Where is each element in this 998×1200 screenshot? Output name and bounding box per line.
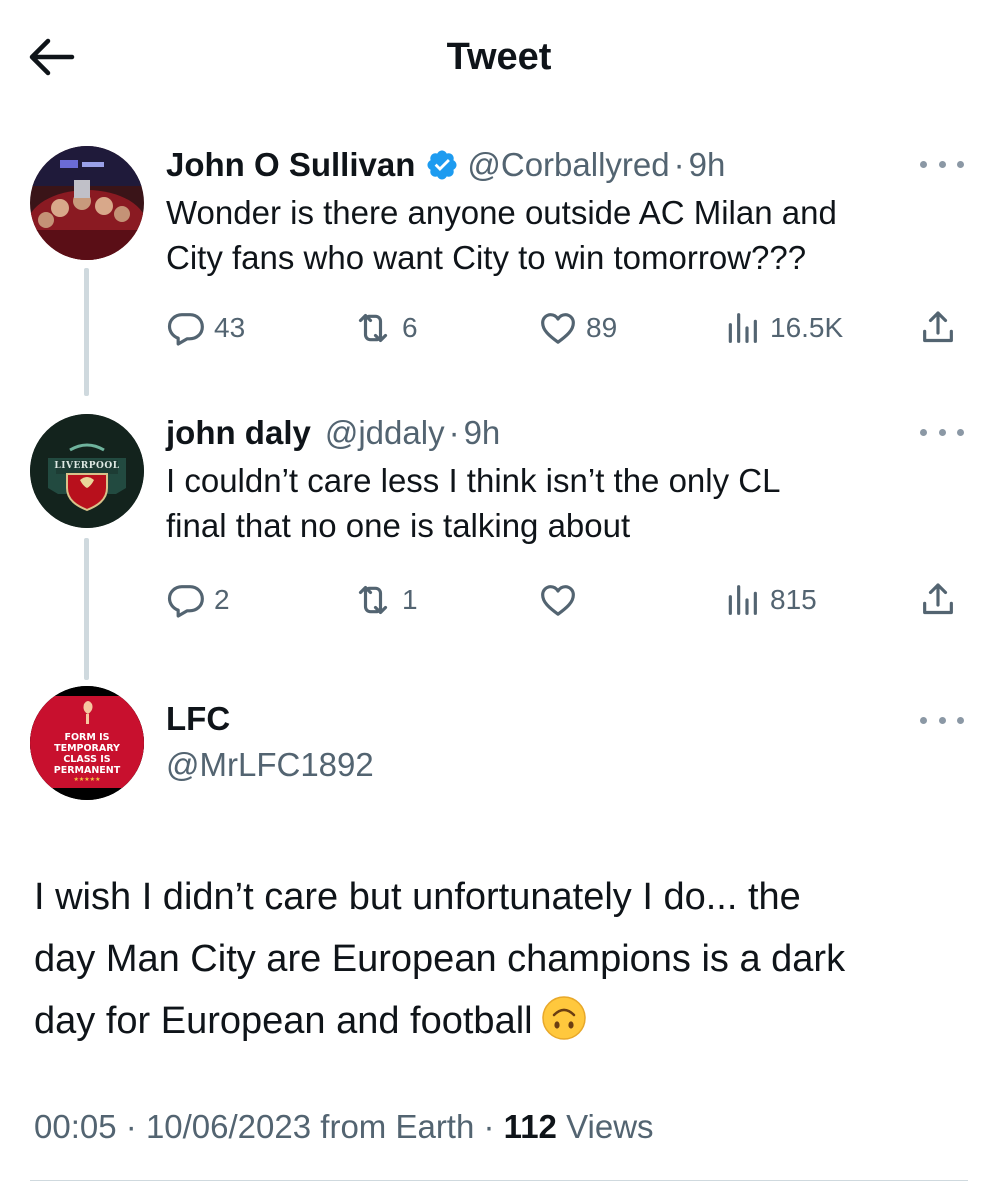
reply-button[interactable]: 2	[166, 578, 230, 622]
tweet-text-line: I wish I didn’t care but unfortunately I…	[34, 876, 801, 918]
more-options-icon[interactable]	[920, 422, 964, 442]
avatar-jddaly[interactable]: LIVERPOOL	[30, 414, 144, 528]
tweet-text-line: I couldn’t care less I think isn’t the o…	[166, 462, 781, 499]
views-label: Views	[566, 1108, 654, 1145]
tweet-text-line: final that no one is talking about	[166, 507, 631, 544]
like-count: 89	[586, 312, 618, 343]
avatar-corballyred[interactable]	[30, 146, 144, 260]
username[interactable]: @Corballyred	[467, 146, 669, 184]
tweet-text-line: day Man City are European champions is a…	[34, 938, 846, 980]
username[interactable]: @MrLFC1892	[166, 746, 374, 784]
retweet-button[interactable]: 6	[352, 306, 418, 350]
reply-icon	[167, 585, 204, 618]
heart-icon	[541, 585, 575, 616]
share-button[interactable]	[918, 578, 958, 622]
tweet-text: Wonder is there anyone outside AC Milan …	[166, 190, 966, 280]
retweet-icon	[358, 313, 388, 343]
reply-tweet-2[interactable]: LIVERPOOL john daly @jddaly · 9h I could…	[0, 414, 998, 680]
like-button[interactable]: 89	[538, 306, 617, 350]
post-source: from Earth	[320, 1108, 475, 1145]
reply-count: 2	[214, 584, 230, 615]
tweet-actions: 2 1 815	[166, 578, 966, 622]
tweet-text-line: Wonder is there anyone outside AC Milan …	[166, 194, 837, 231]
views-button[interactable]: 16.5K	[722, 306, 843, 350]
tweet-header: John O Sullivan @Corballyred · 9h	[166, 146, 725, 184]
timestamp[interactable]: 9h	[689, 146, 726, 184]
upside-down-face-emoji-icon	[541, 995, 587, 1041]
reply-icon	[167, 313, 204, 346]
display-name[interactable]: LFC	[166, 700, 230, 738]
page-title: Tweet	[446, 36, 552, 78]
username[interactable]: @jddaly	[325, 414, 445, 452]
separator-dot: ·	[673, 146, 685, 183]
tweet-text-line: day for European and football	[34, 990, 974, 1052]
reply-tweet-1[interactable]: John O Sullivan @Corballyred · 9h Wonder…	[0, 146, 998, 396]
retweet-count: 1	[402, 584, 418, 615]
separator-dot: ·	[448, 414, 460, 451]
views-count: 16.5K	[770, 312, 844, 343]
tweet-text: I wish I didn’t care but unfortunately I…	[34, 866, 974, 1052]
avatar-slogan: FORM IS TEMPORARY CLASS IS PERMANENT ★★★…	[53, 732, 121, 783]
share-icon	[923, 583, 953, 615]
heart-icon	[541, 313, 575, 344]
tweet-actions: 43 6 89 16.5K	[166, 306, 966, 350]
tweet-header: john daly @jddaly · 9h	[166, 414, 500, 452]
views-icon	[728, 313, 757, 343]
thread-line	[84, 538, 89, 680]
post-date[interactable]: 10/06/2023	[146, 1108, 311, 1145]
more-options-icon[interactable]	[920, 710, 964, 730]
more-options-icon[interactable]	[920, 154, 964, 174]
reply-button[interactable]: 43	[166, 306, 245, 350]
separator-dot: ·	[483, 1108, 495, 1145]
avatar-crest-label: LIVERPOOL	[54, 461, 120, 471]
retweet-count: 6	[402, 312, 418, 343]
avatar-mrlfc1892[interactable]: FORM IS TEMPORARY CLASS IS PERMANENT ★★★…	[30, 686, 144, 800]
retweet-icon	[358, 585, 388, 615]
thread-line	[84, 268, 89, 396]
like-button[interactable]	[538, 578, 586, 622]
tweet-meta: 00:05 · 10/06/2023 from Earth · 112 View…	[34, 1108, 654, 1146]
verified-badge-icon	[425, 148, 459, 182]
tweet-text-line: City fans who want City to win tomorrow?…	[166, 239, 807, 276]
views-count: 815	[770, 584, 817, 615]
separator-dot: ·	[125, 1108, 137, 1145]
display-name[interactable]: john daly	[166, 414, 311, 452]
views-button[interactable]: 815	[722, 578, 817, 622]
retweet-button[interactable]: 1	[352, 578, 418, 622]
views-icon	[728, 585, 757, 615]
tweet-text: I couldn’t care less I think isn’t the o…	[166, 458, 966, 548]
share-button[interactable]	[918, 306, 958, 350]
views-total: 112	[503, 1108, 557, 1145]
top-bar: Tweet	[0, 0, 998, 110]
reply-count: 43	[214, 312, 246, 343]
divider	[30, 1180, 968, 1181]
post-time[interactable]: 00:05	[34, 1108, 117, 1145]
timestamp[interactable]: 9h	[464, 414, 501, 452]
display-name[interactable]: John O Sullivan	[166, 146, 415, 184]
share-icon	[923, 311, 953, 343]
